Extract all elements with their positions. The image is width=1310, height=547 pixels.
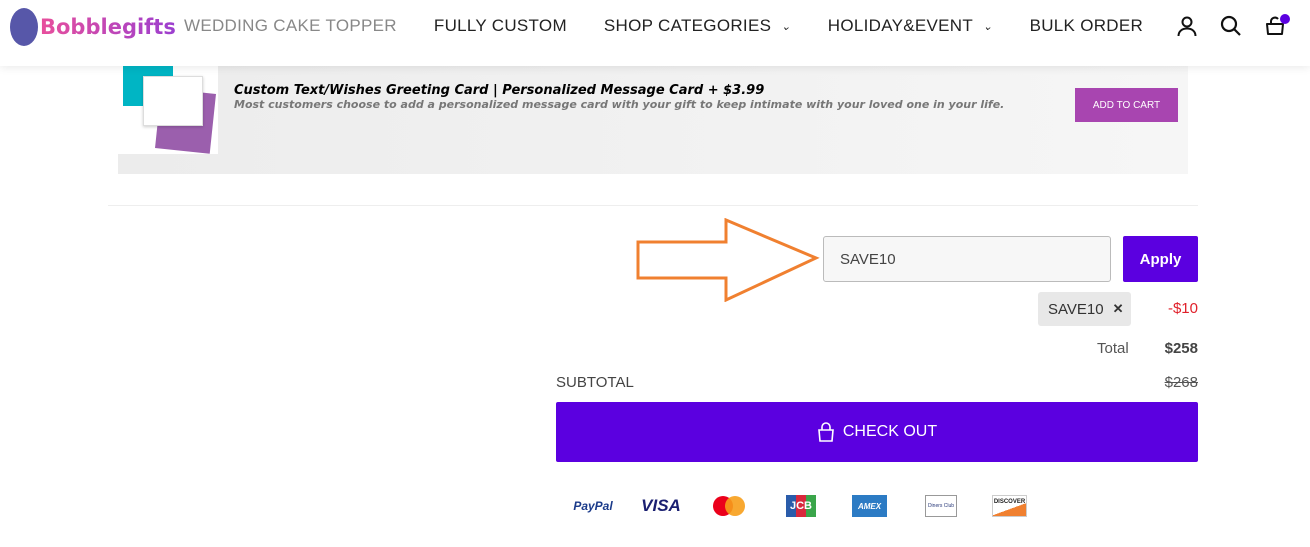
paypal-icon: PayPal [573,499,613,513]
nav-label: FULLY CUSTOM [433,16,567,35]
greeting-card-image [118,66,218,154]
header-icons [1175,14,1290,38]
amex-icon: AMEX [852,495,887,517]
coupon-input[interactable] [823,236,1111,282]
jcb-icon: JCB [786,495,816,517]
user-icon[interactable] [1175,14,1199,38]
main-nav: WEDDING CAKE TOPPER FULLY CUSTOM SHOP CA… [184,16,1180,36]
nav-wedding-cake-topper[interactable]: WEDDING CAKE TOPPER [184,16,397,36]
total-label: Total [1097,340,1129,357]
chevron-down-icon: ⌄ [983,20,993,33]
nav-label: BULK ORDER [1029,16,1144,35]
logo-mascot [10,8,38,46]
applied-coupon-tag: SAVE10 ✕ [1038,292,1131,326]
diners-club-icon: Diners Club [925,495,957,517]
nav-label: WEDDING CAKE TOPPER [184,16,397,35]
nav-label: SHOP CATEGORIES [603,16,772,35]
visa-icon: VISA [641,496,681,515]
nav-shop-categories[interactable]: SHOP CATEGORIES ⌄ [604,16,791,36]
subtotal-value: $268 [1164,374,1198,391]
nav-label: HOLIDAY&EVENT [827,16,974,35]
lock-bag-icon [817,422,834,442]
nav-fully-custom[interactable]: FULLY CUSTOM [434,16,567,36]
nav-bulk-order[interactable]: BULK ORDER [1030,16,1144,36]
logo-text: Bobblegifts [40,15,176,39]
checkout-button[interactable]: CHECK OUT [556,402,1198,462]
checkout-label: CHECK OUT [842,423,938,440]
subtotal-label: SUBTOTAL [556,374,634,391]
coupon-code: SAVE10 [1048,300,1104,318]
addon-title: Custom Text/Wishes Greeting Card | Perso… [234,83,765,98]
header: Bobblegifts WEDDING CAKE TOPPER FULLY CU… [0,0,1310,66]
mastercard-icon [711,495,747,517]
close-icon[interactable]: ✕ [1113,301,1124,317]
discount-amount: -$10 [1167,300,1198,317]
nav-holiday-event[interactable]: HOLIDAY&EVENT ⌄ [828,16,993,36]
divider [108,205,1198,206]
addon-description: Most customers choose to add a personali… [234,98,1005,111]
apply-button[interactable]: Apply [1123,236,1198,282]
arrow-annotation [636,218,820,302]
discover-icon: DISCOVER [992,495,1027,517]
total-value: $258 [1164,340,1198,357]
chevron-down-icon: ⌄ [781,20,791,33]
search-icon[interactable] [1219,14,1243,38]
cart-badge [1280,14,1290,24]
logo[interactable]: Bobblegifts [10,8,176,46]
greeting-card-addon: Custom Text/Wishes Greeting Card | Perso… [118,66,1188,174]
add-to-cart-button[interactable]: ADD TO CART [1075,88,1178,122]
